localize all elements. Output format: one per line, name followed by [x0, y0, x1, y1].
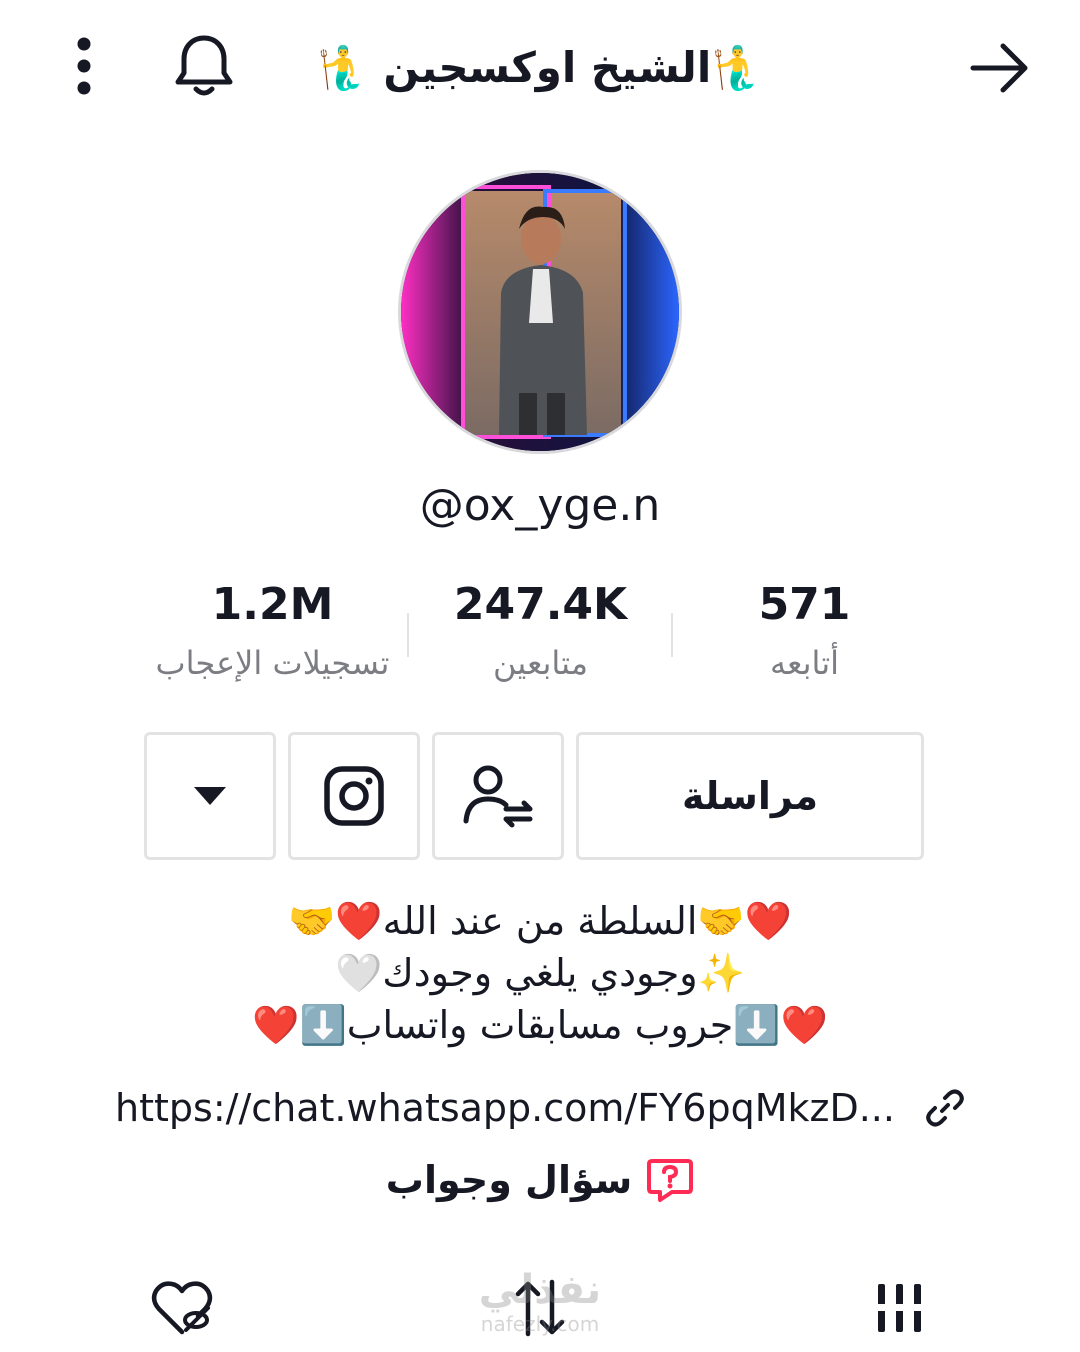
following-count: 571 — [758, 579, 851, 630]
hidden-heart-icon — [151, 1281, 213, 1335]
avatar-image — [401, 173, 679, 451]
watermark-arabic: نفذلي — [478, 1267, 602, 1313]
stats-row: 1.2M تسجيلات الإعجاب 247.4K متابعين 571 … — [140, 575, 940, 685]
bell-icon[interactable] — [164, 28, 244, 104]
following-label: أتابعه — [769, 644, 840, 682]
watermark-url: nafezly.com — [480, 1312, 600, 1336]
tab-videos-grid[interactable] — [860, 1268, 940, 1348]
top-bar: 🧜‍♂️الشيخ اوكسجين 🧜‍♂️ — [0, 0, 1080, 135]
following-stat[interactable]: 571 أتابعه — [672, 575, 937, 691]
back-arrow-icon[interactable] — [960, 30, 1040, 106]
more-dropdown-button[interactable] — [144, 732, 276, 860]
instagram-button[interactable] — [288, 732, 420, 860]
bio-link-text[interactable]: https://chat.whatsapp.com/FY6pqMkzD... — [115, 1086, 895, 1130]
caret-down-icon — [194, 787, 226, 805]
link-icon — [926, 1089, 964, 1127]
grid-icon — [876, 1284, 924, 1332]
followers-label: متابعين — [493, 644, 588, 682]
user-swap-icon — [463, 765, 533, 828]
action-buttons: مراسلة — [0, 732, 1080, 864]
bio-line: ❤️🤝السلطة من عند الله❤️🤝 — [287, 899, 793, 943]
profile-title: 🧜‍♂️الشيخ اوكسجين 🧜‍♂️ — [316, 43, 764, 92]
watermark: نفذلي nafezly.com — [450, 1268, 630, 1336]
followers-count: 247.4K — [453, 579, 628, 630]
message-button[interactable]: مراسلة — [576, 732, 924, 860]
followers-stat[interactable]: 247.4K متابعين — [408, 575, 673, 691]
more-options-icon[interactable] — [52, 28, 116, 104]
avatar[interactable] — [398, 170, 682, 454]
tab-liked-videos[interactable] — [142, 1268, 222, 1348]
suggested-accounts-button[interactable] — [432, 732, 564, 860]
likes-count: 1.2M — [211, 579, 334, 630]
username: @ox_yge.n — [419, 480, 661, 531]
bio-link[interactable]: https://chat.whatsapp.com/FY6pqMkzD... — [90, 1078, 990, 1138]
bio: ❤️🤝السلطة من عند الله❤️🤝 ✨وجودي يلغي وجو… — [140, 895, 940, 1051]
likes-label: تسجيلات الإعجاب — [155, 644, 390, 682]
bio-line: ✨وجودي يلغي وجودك🤍 — [335, 951, 745, 995]
qa-button[interactable]: سؤال وجواب — [300, 1150, 780, 1210]
qa-label: سؤال وجواب — [385, 1158, 633, 1202]
instagram-icon — [324, 766, 384, 826]
bio-line: ❤️⬇️جروب مسابقات واتساب⬇️❤️ — [252, 1003, 828, 1047]
qa-icon — [647, 1159, 694, 1202]
likes-stat[interactable]: 1.2M تسجيلات الإعجاب — [140, 575, 405, 691]
